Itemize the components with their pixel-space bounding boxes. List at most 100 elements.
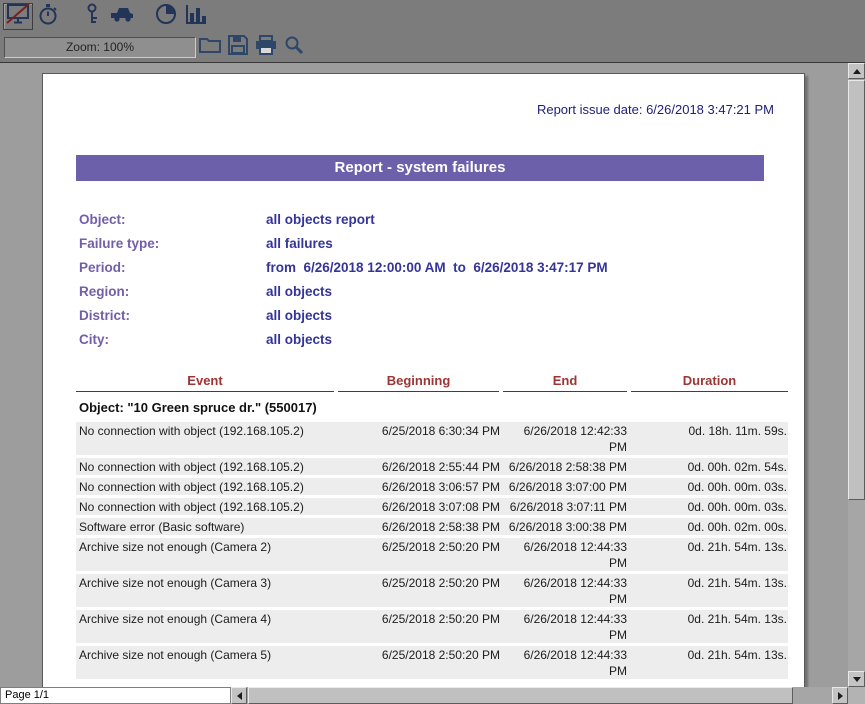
scroll-down-button[interactable] (848, 671, 865, 687)
report-field-row: City:all objects (79, 327, 804, 351)
report-field-row: Failure type:all failures (79, 231, 804, 255)
table-cell: 0d. 00h. 00m. 03s. (631, 478, 788, 495)
table-row: No connection with object (192.168.105.2… (76, 498, 788, 515)
report-viewport: Report issue date: 6/26/2018 3:47:21 PM … (0, 62, 848, 687)
vertical-scrollbar[interactable] (848, 62, 865, 687)
key-button[interactable] (77, 3, 107, 30)
search-report-button[interactable] (280, 35, 308, 60)
table-cell: 6/26/2018 12:44:33 PM (503, 538, 631, 571)
field-value: from 6/26/2018 12:00:00 AM to 6/26/2018 … (266, 260, 608, 275)
table-header-row: EventBeginningEndDuration (76, 373, 788, 392)
arrow-left-icon (237, 692, 242, 700)
table-cell: 6/26/2018 3:07:08 PM (338, 498, 503, 515)
table-cell: 0d. 18h. 11m. 59s. (631, 422, 788, 439)
column-header-event: Event (76, 373, 334, 392)
field-label: Failure type: (79, 236, 266, 251)
vertical-scrollbar-thumb[interactable] (848, 80, 865, 500)
monitor-off-button[interactable] (3, 3, 33, 30)
report-fields: Object:all objects reportFailure type:al… (43, 207, 804, 351)
report-title-banner: Report - system failures (76, 155, 764, 181)
report-table: EventBeginningEndDuration Object: "10 Gre… (76, 373, 788, 687)
report-field-row: Period:from 6/26/2018 12:00:00 AM to 6/2… (79, 255, 804, 279)
table-cell: 0d. 00h. 02m. 54s. (631, 458, 788, 475)
key-icon (84, 3, 100, 30)
table-cell: 6/26/2018 2:55:44 PM (338, 458, 503, 475)
table-cell: 0d. 00h. 02m. 00s. (631, 518, 788, 535)
stopwatch-icon (37, 3, 59, 30)
table-cell: 6/26/2018 12:44:33 PM (503, 574, 631, 607)
table-cell: Archive size not enough (Camera 2) (76, 538, 338, 555)
stopwatch-button[interactable] (33, 3, 63, 30)
table-cell: 6/26/2018 12:42:33 PM (503, 422, 631, 455)
chart-report-button[interactable] (181, 3, 211, 30)
save-report-button[interactable] (224, 35, 252, 60)
table-row: Archive size not enough (Camera 5)6/25/2… (76, 646, 788, 679)
object-section-title: Object: "10 Green spruce dr." (550017) (79, 398, 788, 418)
table-cell: 6/26/2018 3:06:57 PM (338, 478, 503, 495)
table-cell: Software error (Basic software) (76, 518, 338, 535)
field-label: District: (79, 308, 266, 323)
zoom-level-field[interactable]: Zoom: 100% (4, 37, 196, 58)
table-cell: Archive size not enough (Camera 4) (76, 610, 338, 627)
table-row: Software error (Basic software)6/26/2018… (76, 518, 788, 535)
table-cell: 0d. 21h. 54m. 13s. (631, 538, 788, 555)
field-label: Region: (79, 284, 266, 299)
table-cell: 6/25/2018 6:30:34 PM (338, 422, 503, 439)
table-cell: Archive size not enough (Camera 5) (76, 646, 338, 663)
time-report-button[interactable] (151, 3, 181, 30)
print-report-button[interactable] (252, 35, 280, 60)
field-value: all failures (266, 236, 333, 251)
table-cell: 6/26/2018 12:44:33 PM (503, 610, 631, 643)
bar-chart-icon (184, 3, 208, 30)
field-value: all objects (266, 308, 332, 323)
scroll-up-button[interactable] (848, 63, 865, 79)
table-cell: 6/26/2018 3:00:38 PM (503, 518, 631, 535)
field-label: City: (79, 332, 266, 347)
table-cell: 6/25/2018 2:50:20 PM (338, 646, 503, 663)
arrow-up-icon (853, 69, 861, 74)
column-header-duration: Duration (631, 373, 788, 392)
floppy-icon (228, 35, 248, 60)
table-cell: 6/26/2018 3:07:00 PM (503, 478, 631, 495)
page-indicator: Page 1/1 (0, 687, 231, 704)
table-cell: No connection with object (192.168.105.2… (76, 458, 338, 475)
report-field-row: District:all objects (79, 303, 804, 327)
report-viewer-window: Zoom: 100% (0, 0, 865, 704)
table-row: No connection with object (192.168.105.2… (76, 478, 788, 495)
arrow-down-icon (853, 677, 861, 682)
horizontal-scrollbar-thumb[interactable] (248, 687, 793, 704)
table-cell: 6/26/2018 12:44:33 PM (503, 646, 631, 679)
scroll-right-button[interactable] (832, 687, 848, 704)
monitor-off-icon (6, 3, 30, 30)
table-row: Archive size not enough (Camera 4)6/25/2… (76, 610, 788, 643)
report-toolbar: Zoom: 100% (0, 33, 865, 62)
scroll-left-button[interactable] (231, 687, 247, 704)
vehicle-icon (109, 4, 135, 29)
report-issue-date: Report issue date: 6/26/2018 3:47:21 PM (43, 102, 774, 117)
magnifier-icon (284, 35, 304, 60)
vehicle-button[interactable] (107, 3, 137, 30)
column-header-end: End (503, 373, 627, 392)
pie-clock-icon (155, 3, 177, 30)
table-cell: 6/26/2018 3:07:11 PM (503, 498, 631, 515)
report-page: Report issue date: 6/26/2018 3:47:21 PM … (42, 73, 805, 687)
report-field-row: Object:all objects report (79, 207, 804, 231)
horizontal-scrollbar[interactable] (231, 687, 848, 704)
printer-icon (255, 35, 277, 60)
table-cell: Archive size not enough (Camera 3) (76, 574, 338, 591)
table-cell: No connection with object (192.168.105.2… (76, 478, 338, 495)
table-cell: 0d. 21h. 54m. 13s. (631, 610, 788, 627)
table-row: Archive size not enough (Camera 2)6/25/2… (76, 538, 788, 571)
table-cell: 0d. 21h. 54m. 13s. (631, 574, 788, 591)
open-report-button[interactable] (196, 35, 224, 60)
scrollbar-corner (848, 687, 865, 704)
table-cell: 6/25/2018 2:50:20 PM (338, 538, 503, 555)
table-cell: 6/26/2018 2:58:38 PM (338, 518, 503, 535)
field-label: Object: (79, 212, 266, 227)
table-cell: 0d. 21h. 54m. 13s. (631, 646, 788, 663)
table-cell: No connection with object (192.168.105.2… (76, 498, 338, 515)
table-cell: 6/25/2018 2:50:20 PM (338, 574, 503, 591)
folder-icon (199, 36, 221, 59)
table-cell: 0d. 00h. 00m. 03s. (631, 498, 788, 515)
field-value: all objects report (266, 212, 375, 227)
